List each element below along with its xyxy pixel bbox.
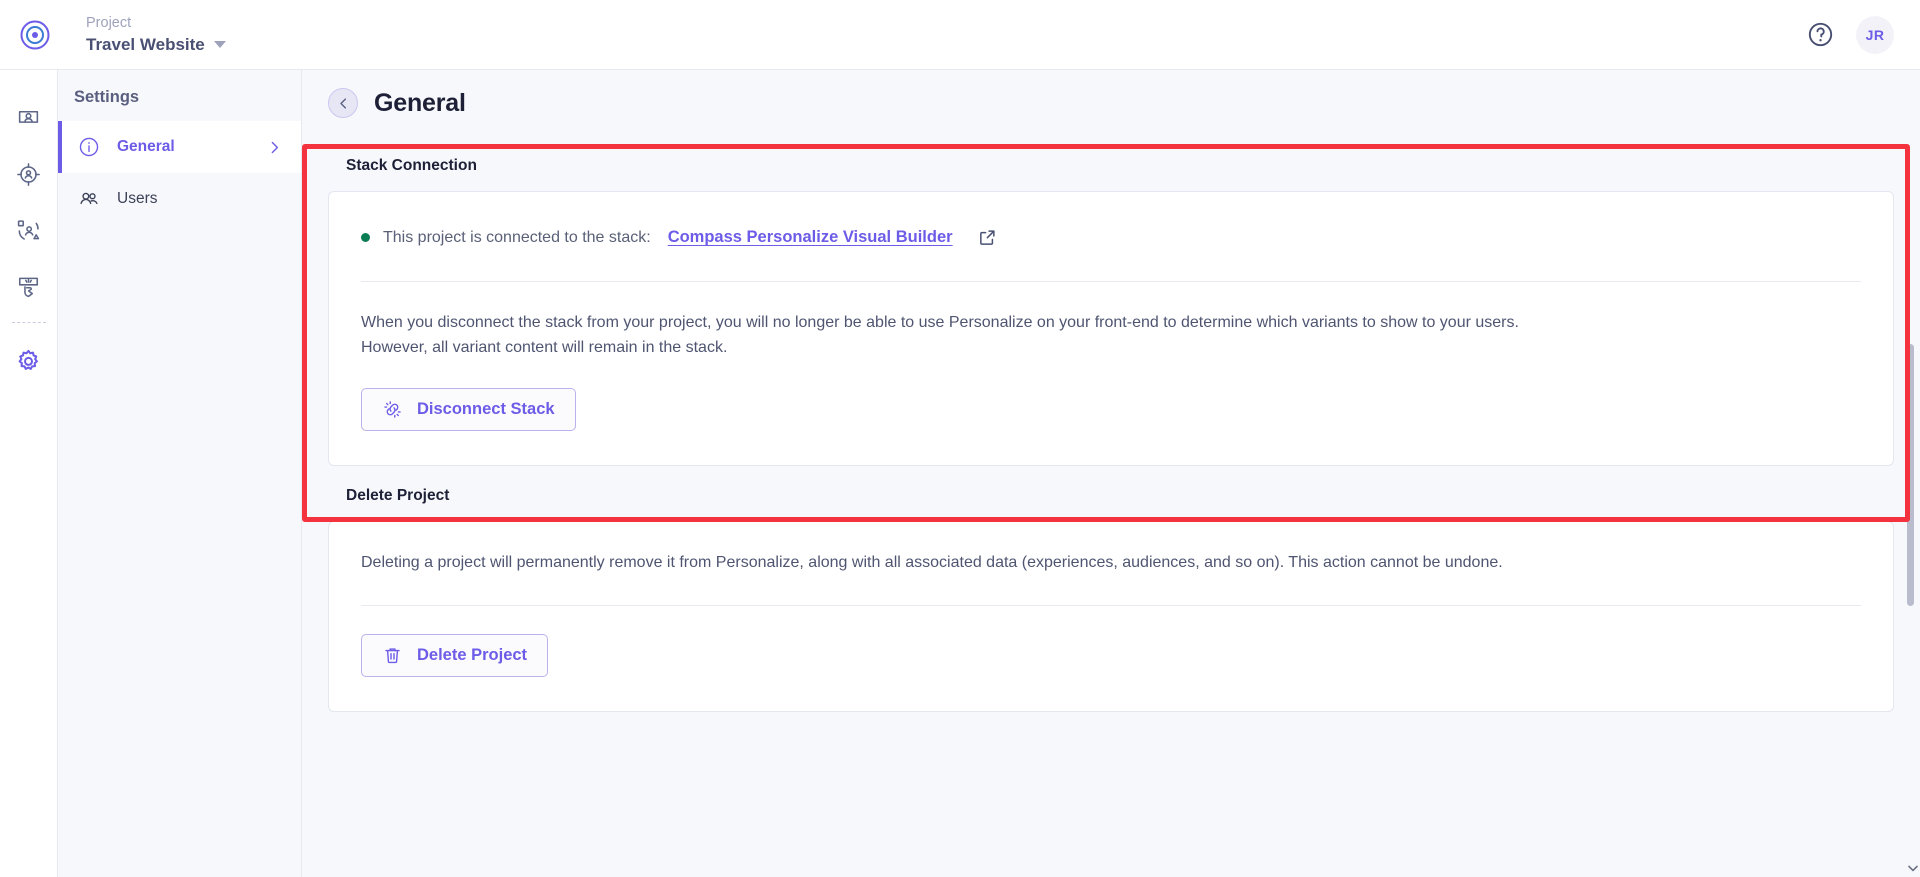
scroll-down-arrow-icon[interactable] [1908,863,1918,873]
app-logo[interactable] [0,0,70,70]
top-bar-actions: JR [1807,15,1920,54]
stack-status-text: This project is connected to the stack: [383,228,651,246]
help-circle-icon[interactable] [1807,21,1834,48]
delete-project-button[interactable]: Delete Project [361,634,549,677]
stack-connection-card: This project is connected to the stack: … [328,191,1894,466]
project-name: Travel Website [86,34,205,54]
stack-connection-title: Stack Connection [346,157,477,174]
rail-item-events[interactable] [0,258,58,314]
settings-scroll-area: Stack Connection This project is connect… [302,136,1920,877]
body: Settings General Users General Stack Con… [0,70,1920,877]
broken-link-icon [384,401,401,418]
delete-project-card: Deleting a project will permanently remo… [328,521,1894,712]
project-selector[interactable]: Project Travel Website [70,14,226,56]
rail-item-segments[interactable] [0,202,58,258]
delete-project-description: Deleting a project will permanently remo… [361,554,1503,571]
settings-nav-title: Settings [74,88,140,106]
target-circle-logo-icon [20,20,50,49]
chevron-right-icon [266,139,283,156]
external-link-icon[interactable] [978,228,997,247]
users-icon [80,192,98,205]
scrollbar[interactable] [1907,136,1917,877]
sidebar-item-general[interactable]: General [58,121,301,173]
scrollbar-thumb[interactable] [1907,344,1914,606]
chevron-left-icon [339,97,346,109]
delete-project-title: Delete Project [346,487,450,504]
rail-divider [11,322,46,323]
project-label: Project [86,14,132,31]
page-header: General [302,70,1920,136]
target-person-icon [17,162,40,186]
audience-screen-icon [18,110,39,123]
sidebar-item-users[interactable]: Users [58,173,301,225]
segments-person-icon [17,219,40,240]
gear-icon [18,349,38,370]
stack-status-row: This project is connected to the stack: … [361,192,1861,281]
delete-project-button-label: Delete Project [417,646,528,664]
sidebar-item-general-label: General [117,138,175,155]
icon-rail [0,70,58,877]
sidebar-item-users-label: Users [117,190,158,207]
delete-project-button-row: Delete Project [361,606,1861,711]
trash-icon [385,648,400,664]
caret-down-icon [213,41,226,48]
disconnect-stack-button-label: Disconnect Stack [417,400,555,418]
stack-connection-description: When you disconnect the stack from your … [361,314,1519,356]
project-name-row[interactable]: Travel Website [86,34,226,56]
status-dot [361,233,370,242]
rail-item-experiences[interactable] [0,146,58,202]
avatar[interactable]: JR [1856,15,1894,54]
back-button[interactable] [328,88,358,118]
click-cursor-icon [18,277,39,297]
app-root: Project Travel Website JR Settings Gener… [0,0,1920,877]
rail-item-audiences[interactable] [0,90,58,146]
disconnect-stack-button[interactable]: Disconnect Stack [361,388,576,431]
stack-link[interactable]: Compass Personalize Visual Builder [668,228,953,247]
disconnect-stack-button-row: Disconnect Stack [361,360,1861,465]
rail-item-settings[interactable] [0,333,58,389]
page-title: General [374,88,466,117]
main-content: General Stack Connection This project is… [302,70,1920,877]
settings-nav: Settings General Users [58,70,302,877]
top-bar: Project Travel Website JR [0,0,1920,70]
info-circle-icon [79,137,99,157]
